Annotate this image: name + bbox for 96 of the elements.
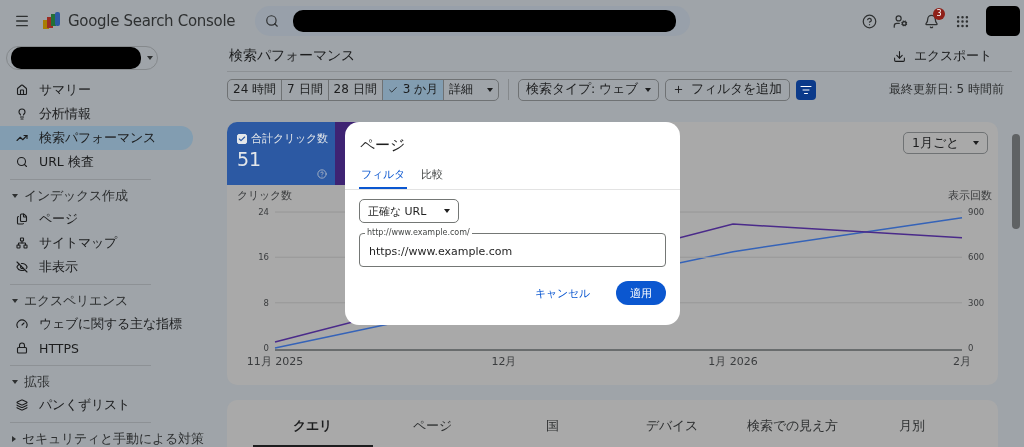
page-title: 検索パフォーマンス	[229, 47, 355, 66]
table-tab[interactable]: 月別	[852, 408, 972, 447]
caret-icon	[645, 87, 652, 92]
field-label: http://www.example.com/	[365, 228, 472, 238]
nav-icon	[16, 213, 28, 225]
caret-icon	[973, 141, 979, 145]
table-tab[interactable]: 検索での見え方	[732, 408, 853, 447]
nav-item[interactable]: 分析情報	[0, 102, 193, 126]
search-icon	[265, 14, 279, 28]
section-header[interactable]: セキュリティと手動による対策	[0, 428, 215, 447]
product-name: Google Search Console	[68, 12, 236, 30]
help-icon[interactable]	[862, 13, 877, 29]
axis-tick-label: 8	[263, 297, 269, 308]
nav-item[interactable]: パンくずリスト	[0, 393, 193, 417]
avatar-redaction[interactable]	[986, 6, 1020, 36]
axis-tick-label: 11月 2025	[246, 355, 304, 368]
menu-icon[interactable]	[14, 13, 30, 29]
notification-badge: 3	[933, 7, 945, 20]
nav-item[interactable]: 検索パフォーマンス	[0, 126, 193, 150]
nav-icon	[16, 318, 28, 330]
plus-icon	[673, 84, 685, 96]
nav-item[interactable]: ウェブに関する主な指標	[0, 312, 193, 336]
checkbox[interactable]	[237, 133, 247, 144]
bell-icon[interactable]	[924, 13, 939, 29]
axis-tick-label: 0	[968, 343, 974, 353]
nav-item[interactable]: URL 検査	[0, 150, 193, 174]
date-range-option[interactable]: 7 日間	[282, 79, 329, 100]
section-title: エクスペリエンス	[24, 292, 128, 310]
nav-icon	[16, 156, 28, 168]
nav-icon	[16, 84, 28, 96]
nav-icon	[16, 342, 28, 354]
logo-icon	[40, 11, 62, 31]
nav-icon	[16, 132, 28, 144]
nav-icon	[16, 108, 28, 120]
date-range-option[interactable]: 28 日間	[328, 79, 383, 100]
caret-icon	[444, 209, 450, 213]
axis-tick-label: 600	[968, 252, 985, 263]
nav-icon	[16, 237, 28, 249]
section-header[interactable]: エクスペリエンス	[0, 290, 215, 312]
table-tab[interactable]: デバイス	[612, 408, 733, 447]
axis-tick-label: 900	[968, 207, 985, 217]
axis-title: 表示回数	[948, 189, 992, 202]
apps-icon[interactable]	[955, 13, 970, 29]
granularity-dropdown[interactable]: 1月ごと	[903, 132, 988, 154]
download-icon	[893, 49, 906, 63]
caret-icon	[12, 436, 16, 442]
nav-item[interactable]: サマリー	[0, 78, 193, 102]
search-type-dropdown[interactable]: 検索タイプ: ウェブ	[518, 78, 660, 101]
match-type-dropdown[interactable]: 正確な URL	[359, 199, 459, 223]
axis-tick-label: 1月 2026	[708, 355, 758, 368]
nav-item[interactable]: サイトマップ	[0, 231, 193, 255]
dialog-title: ページ	[360, 136, 406, 155]
axis-title: クリック数	[237, 189, 292, 202]
check-icon	[387, 84, 398, 95]
section-title: インデックス作成	[24, 187, 128, 205]
caret-icon	[12, 299, 18, 303]
axis-tick-label: 2月	[953, 355, 971, 368]
export-button[interactable]: エクスポート	[887, 47, 1012, 65]
help-icon	[317, 169, 327, 179]
nav-icon	[16, 399, 28, 411]
more-dropdown[interactable]: 詳細	[444, 79, 499, 100]
date-range-option[interactable]: 24 時間	[228, 79, 283, 100]
cancel-button[interactable]: キャンセル	[521, 281, 604, 305]
nav-item[interactable]: HTTPS	[0, 336, 193, 360]
table-tab[interactable]: ページ	[372, 408, 493, 447]
dialog-tab[interactable]: 比較	[419, 163, 445, 189]
axis-tick-label: 24	[258, 207, 269, 217]
user-settings-icon[interactable]	[893, 13, 908, 29]
search-field[interactable]	[255, 6, 690, 36]
apply-button[interactable]: 適用	[616, 281, 666, 305]
dialog-tab[interactable]: フィルタ	[359, 163, 407, 189]
table-tab[interactable]: 国	[492, 408, 613, 447]
axis-tick-label: 300	[968, 297, 985, 308]
caret-icon	[147, 56, 153, 60]
metric-card[interactable]: 合計クリック数 51	[227, 122, 335, 185]
axis-tick-label: 0	[263, 343, 269, 353]
caret-icon	[487, 87, 494, 92]
last-updated: 最終更新日: 5 時間前	[888, 81, 1005, 99]
caret-icon	[12, 194, 18, 198]
date-range-option[interactable]: 3 か月	[382, 79, 445, 100]
table-tab[interactable]: クエリ	[253, 408, 373, 447]
section-title: セキュリティと手動による対策	[22, 430, 204, 447]
axis-tick-label: 12月	[491, 355, 517, 368]
nav-item[interactable]: ページ	[0, 207, 193, 231]
filter-icon[interactable]	[796, 79, 817, 100]
section-title: 拡張	[24, 373, 50, 391]
scrollbar-thumb[interactable]	[1012, 134, 1020, 229]
add-filter-button[interactable]: フィルタを追加	[665, 78, 791, 101]
axis-tick-label: 16	[258, 252, 269, 263]
caret-icon	[12, 380, 18, 384]
section-header[interactable]: 拡張	[0, 371, 215, 393]
nav-item[interactable]: 非表示	[0, 255, 193, 279]
section-header[interactable]: インデックス作成	[0, 185, 215, 207]
metric-value: 51	[237, 148, 263, 170]
metric-label: 合計クリック数	[251, 131, 328, 146]
nav-icon	[16, 261, 28, 273]
